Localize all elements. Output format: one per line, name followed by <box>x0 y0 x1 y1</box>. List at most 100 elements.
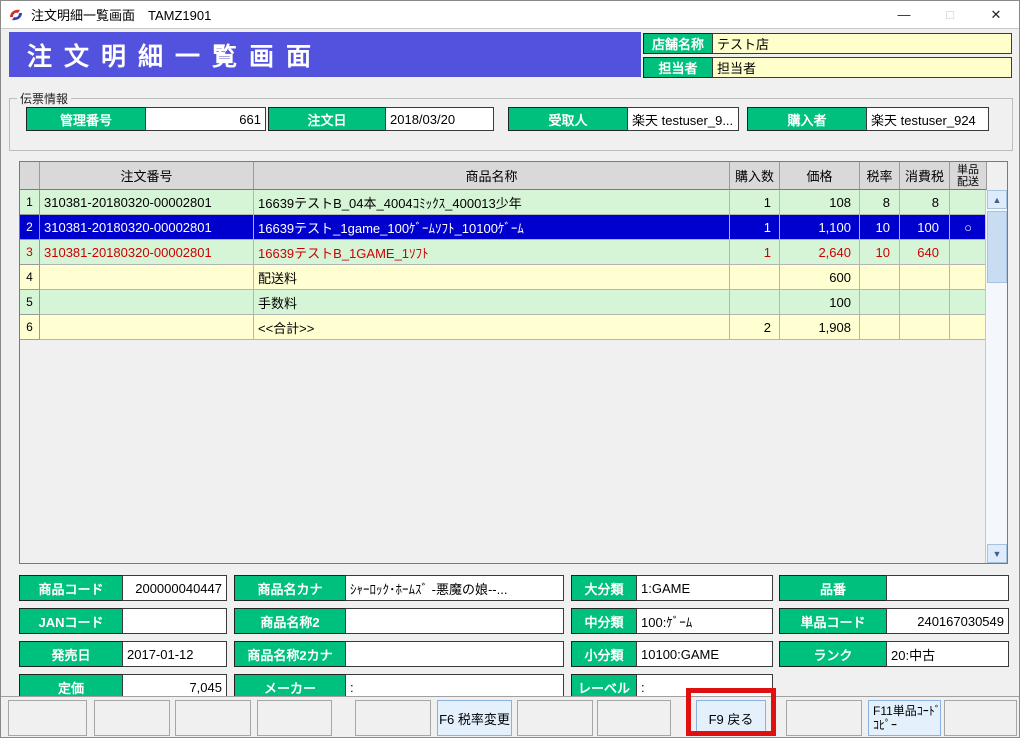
f11-button-label-line1: F11単品ｺｰﾄﾞ <box>873 704 941 718</box>
staff-field[interactable]: 担当者 <box>712 57 1012 78</box>
f11-button-label-line2: ｺﾋﾟｰ <box>873 718 897 732</box>
product-name2-field[interactable] <box>345 608 564 634</box>
f4-button[interactable] <box>257 700 332 736</box>
tax-rate-header: 税率 <box>860 162 900 190</box>
single-item-code-field[interactable]: 240167030549 <box>886 608 1009 634</box>
app-window: 注文明細一覧画面 TAMZ1901 — □ ✕ 注文明細一覧画面 店舗名称 テス… <box>0 0 1020 738</box>
order-date-field[interactable]: 2018/03/20 <box>385 107 494 131</box>
price-cell: 600 <box>780 265 860 290</box>
slip-info-group-title: 伝票情報 <box>17 90 71 107</box>
jan-code-field[interactable] <box>122 608 227 634</box>
order-number-cell: 310381-20180320-00002801 <box>40 190 254 215</box>
f1-button[interactable] <box>8 700 87 736</box>
consumption-tax-cell: 100 <box>900 215 950 240</box>
quantity-cell <box>730 290 780 315</box>
release-date-label: 発売日 <box>19 641 123 667</box>
consumption-tax-cell: 640 <box>900 240 950 265</box>
tax-rate-cell <box>860 290 900 315</box>
single-shipping-cell: ○ <box>950 215 987 240</box>
price-header: 価格 <box>780 162 860 190</box>
consumption-tax-cell <box>900 290 950 315</box>
quantity-cell: 1 <box>730 240 780 265</box>
single-shipping-header-line2: 配送 <box>957 176 979 188</box>
minor-category-field[interactable]: 10100:GAME <box>636 641 773 667</box>
quantity-cell: 1 <box>730 215 780 240</box>
rank-label: ランク <box>779 641 887 667</box>
part-number-label: 品番 <box>779 575 887 601</box>
product-name-cell: 16639テスト_1game_100ｹﾞｰﾑｿﾌﾄ_10100ｹﾞｰﾑ <box>254 215 730 240</box>
table-row-selected[interactable]: 2 310381-20180320-00002801 16639テスト_1gam… <box>20 215 1007 240</box>
major-category-field[interactable]: 1:GAME <box>636 575 773 601</box>
release-date-field[interactable]: 2017-01-12 <box>122 641 227 667</box>
product-code-label: 商品コード <box>19 575 123 601</box>
quantity-cell <box>730 265 780 290</box>
f8-button[interactable] <box>597 700 671 736</box>
row-number: 3 <box>20 240 40 265</box>
buyer-field[interactable]: 楽天 testuser_924 <box>866 107 989 131</box>
f12-button[interactable] <box>944 700 1017 736</box>
consumption-tax-cell: 8 <box>900 190 950 215</box>
buyer-label: 購入者 <box>747 107 867 131</box>
tax-rate-cell: 10 <box>860 240 900 265</box>
product-name-kana-label: 商品名カナ <box>234 575 346 601</box>
tax-rate-cell: 10 <box>860 215 900 240</box>
table-header-row: 注文番号 商品名称 購入数 価格 税率 消費税 単品 配送 <box>20 162 1007 190</box>
jan-code-label: JANコード <box>19 608 123 634</box>
order-number-header: 注文番号 <box>40 162 254 190</box>
product-name-cell: 配送料 <box>254 265 730 290</box>
order-detail-table: 注文番号 商品名称 購入数 価格 税率 消費税 単品 配送 1 310381-2… <box>19 161 1008 564</box>
table-row[interactable]: 4 配送料 600 <box>20 265 1007 290</box>
minimize-icon[interactable]: — <box>881 1 927 28</box>
table-row[interactable]: 6 <<合計>> 2 1,908 <box>20 315 1007 340</box>
quantity-cell: 1 <box>730 190 780 215</box>
f9-back-button[interactable]: F9 戻る <box>696 700 766 736</box>
f11-single-item-code-copy-button[interactable]: F11単品ｺｰﾄﾞ ｺﾋﾟｰ <box>868 700 941 736</box>
f10-button[interactable] <box>786 700 862 736</box>
f3-button[interactable] <box>175 700 251 736</box>
scrollbar-thumb[interactable] <box>987 211 1007 283</box>
price-cell: 1,908 <box>780 315 860 340</box>
product-name-cell: 16639テストB_1GAME_1ｿﾌﾄ <box>254 240 730 265</box>
order-number-cell: 310381-20180320-00002801 <box>40 240 254 265</box>
f5-button[interactable] <box>355 700 431 736</box>
product-code-field[interactable]: 200000040447 <box>122 575 227 601</box>
shop-name-field[interactable]: テスト店 <box>712 33 1012 54</box>
consumption-tax-cell <box>900 315 950 340</box>
single-shipping-cell <box>950 290 987 315</box>
row-number: 4 <box>20 265 40 290</box>
receiver-label: 受取人 <box>508 107 628 131</box>
table-row[interactable]: 5 手数料 100 <box>20 290 1007 315</box>
quantity-header: 購入数 <box>730 162 780 190</box>
consumption-tax-header: 消費税 <box>900 162 950 190</box>
f7-button[interactable] <box>517 700 593 736</box>
scroll-up-icon[interactable]: ▲ <box>987 190 1007 209</box>
price-cell: 100 <box>780 290 860 315</box>
f2-button[interactable] <box>94 700 170 736</box>
scroll-down-icon[interactable]: ▼ <box>987 544 1007 563</box>
f6-tax-rate-change-button[interactable]: F6 税率変更 <box>437 700 512 736</box>
order-date-label: 注文日 <box>268 107 386 131</box>
price-cell: 2,640 <box>780 240 860 265</box>
single-shipping-cell <box>950 315 987 340</box>
product-name2-kana-label: 商品名称2カナ <box>234 641 346 667</box>
vertical-scrollbar[interactable]: ▲ ▼ <box>985 190 1007 563</box>
consumption-tax-cell <box>900 265 950 290</box>
product-name2-kana-field[interactable] <box>345 641 564 667</box>
middle-category-field[interactable]: 100:ｹﾞｰﾑ <box>636 608 773 634</box>
close-icon[interactable]: ✕ <box>973 1 1019 28</box>
window-title: 注文明細一覧画面 TAMZ1901 <box>31 5 211 24</box>
window-controls: — □ ✕ <box>881 1 1019 28</box>
table-row[interactable]: 3 310381-20180320-00002801 16639テストB_1GA… <box>20 240 1007 265</box>
table-row[interactable]: 1 310381-20180320-00002801 16639テストB_04本… <box>20 190 1007 215</box>
control-number-field[interactable]: 661 <box>145 107 266 131</box>
receiver-field[interactable]: 楽天 testuser_9... <box>627 107 739 131</box>
rank-field[interactable]: 20:中古 <box>886 641 1009 667</box>
part-number-field[interactable] <box>886 575 1009 601</box>
product-name-kana-field[interactable]: ｼｬｰﾛｯｸ･ﾎｰﾑｽﾞ -悪魔の娘--... <box>345 575 564 601</box>
maximize-icon[interactable]: □ <box>927 1 973 28</box>
quantity-cell: 2 <box>730 315 780 340</box>
minor-category-label: 小分類 <box>571 641 637 667</box>
page-title: 注文明細一覧画面 <box>9 32 641 77</box>
tax-rate-cell: 8 <box>860 190 900 215</box>
tax-rate-cell <box>860 315 900 340</box>
